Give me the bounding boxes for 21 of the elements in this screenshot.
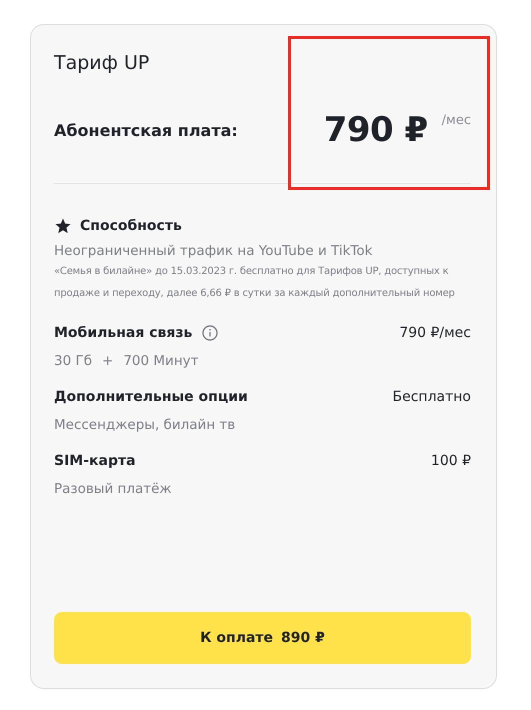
item-detail: 700 Минут — [123, 353, 199, 369]
tariff-title: Тариф UP — [54, 51, 150, 76]
item-name: SIM-карта — [54, 453, 136, 469]
feature-name: Способность — [80, 218, 182, 234]
item-detail: Разовый платёж — [54, 481, 172, 497]
item-price: 100 ₽ — [430, 453, 471, 469]
star-icon — [54, 217, 72, 235]
item-price: Бесплатно — [392, 389, 471, 405]
fee-label: Абонентская плата: — [54, 120, 239, 140]
info-icon[interactable] — [202, 325, 218, 341]
item-detail: 30 Гб — [54, 353, 92, 369]
item-price: 790 ₽/мес — [399, 325, 471, 341]
item-detail: + — [102, 353, 114, 369]
item-name: Мобильная связь — [54, 325, 192, 341]
fee-unit: /мес — [442, 113, 471, 128]
feature-note: «Семья в билайне» до 15.03.2023 г. бесплатно для Тарифов UP, доступных к продаже и переходу, далее 6,66 ₽ в сутки за каждый дополнительный номер — [54, 265, 456, 301]
pay-button[interactable]: К оплате 890 ₽ — [54, 612, 471, 664]
item-name: Дополнительные опции — [54, 389, 248, 405]
feature-headline: Неограниченный трафик на YouTube и TikTok — [54, 243, 374, 259]
item-detail: Мессенджеры, билайн тв — [54, 417, 236, 433]
fee-amount: 790 ₽ — [324, 110, 428, 150]
